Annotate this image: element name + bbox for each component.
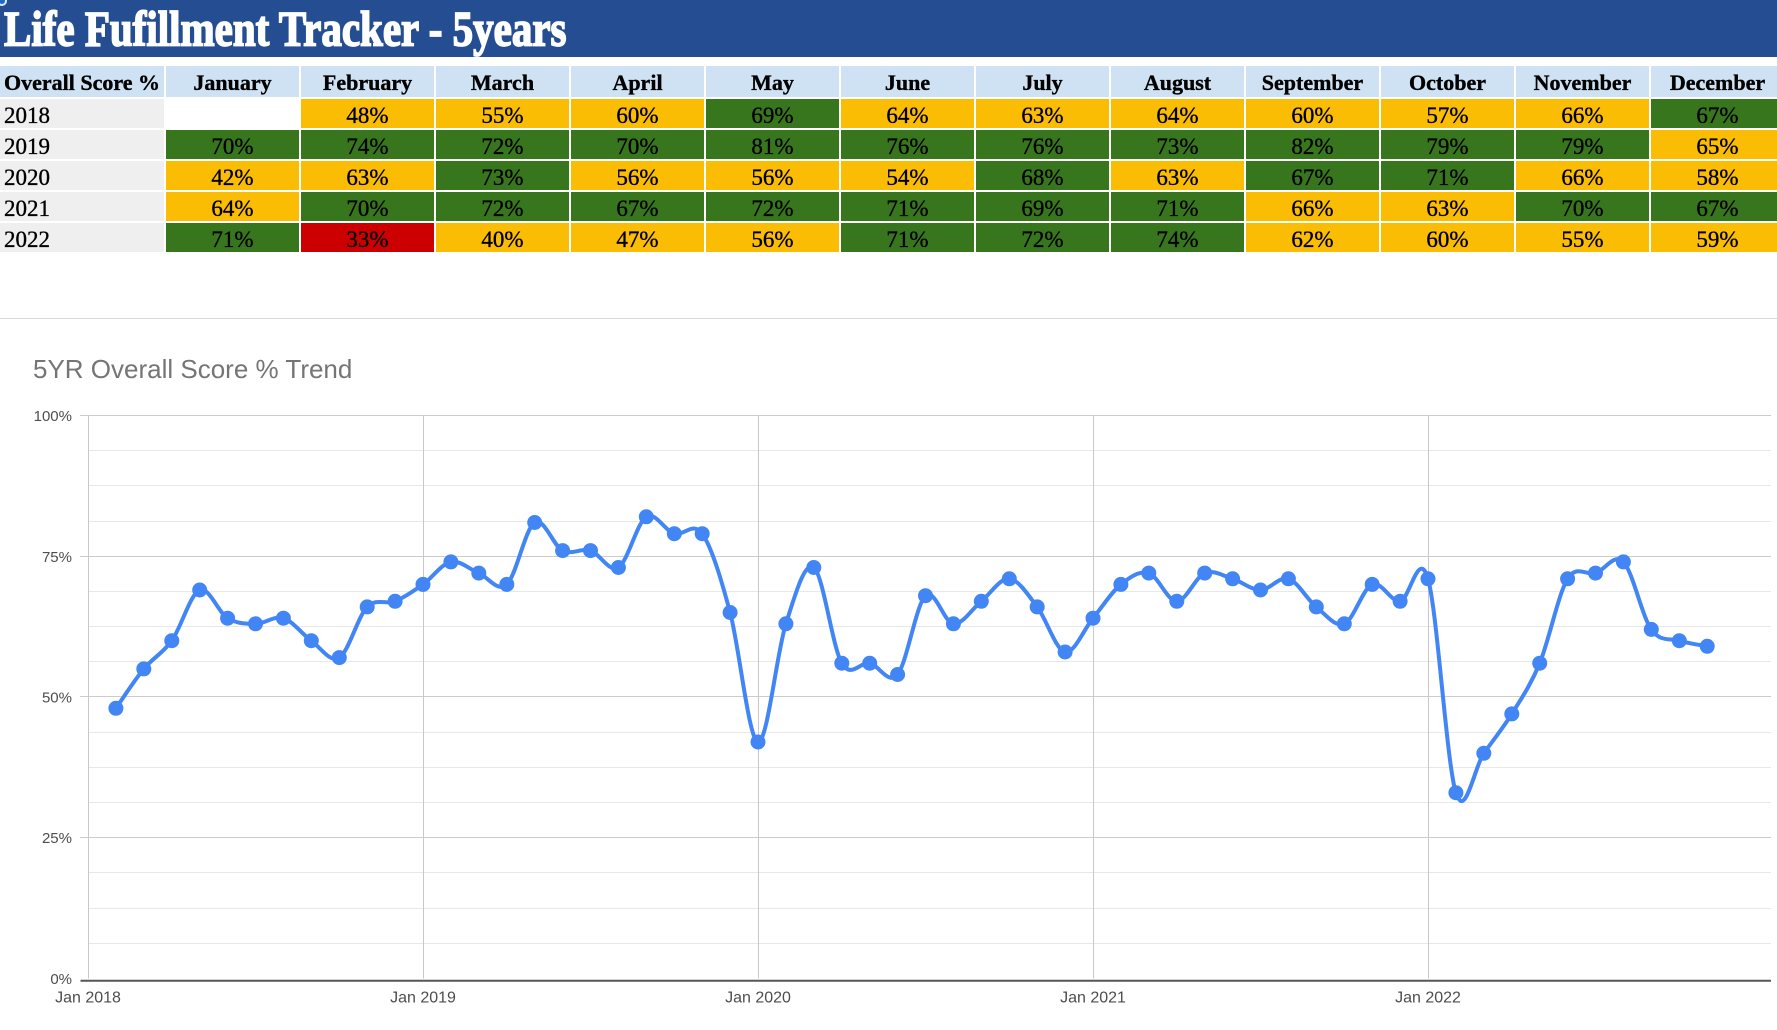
svg-text:100%: 100% bbox=[34, 408, 72, 425]
svg-text:5YR Overall Score % Trend: 5YR Overall Score % Trend bbox=[33, 354, 352, 384]
svg-text:Jan 2018: Jan 2018 bbox=[55, 990, 121, 1007]
svg-text:Jan 2020: Jan 2020 bbox=[725, 990, 791, 1007]
svg-text:75%: 75% bbox=[42, 549, 72, 566]
svg-text:25%: 25% bbox=[42, 830, 72, 847]
svg-text:Jan 2021: Jan 2021 bbox=[1060, 990, 1126, 1007]
svg-text:0%: 0% bbox=[50, 971, 72, 988]
svg-text:Jan 2022: Jan 2022 bbox=[1395, 990, 1461, 1007]
svg-text:Jan 2019: Jan 2019 bbox=[390, 990, 456, 1007]
svg-text:50%: 50% bbox=[42, 690, 72, 707]
